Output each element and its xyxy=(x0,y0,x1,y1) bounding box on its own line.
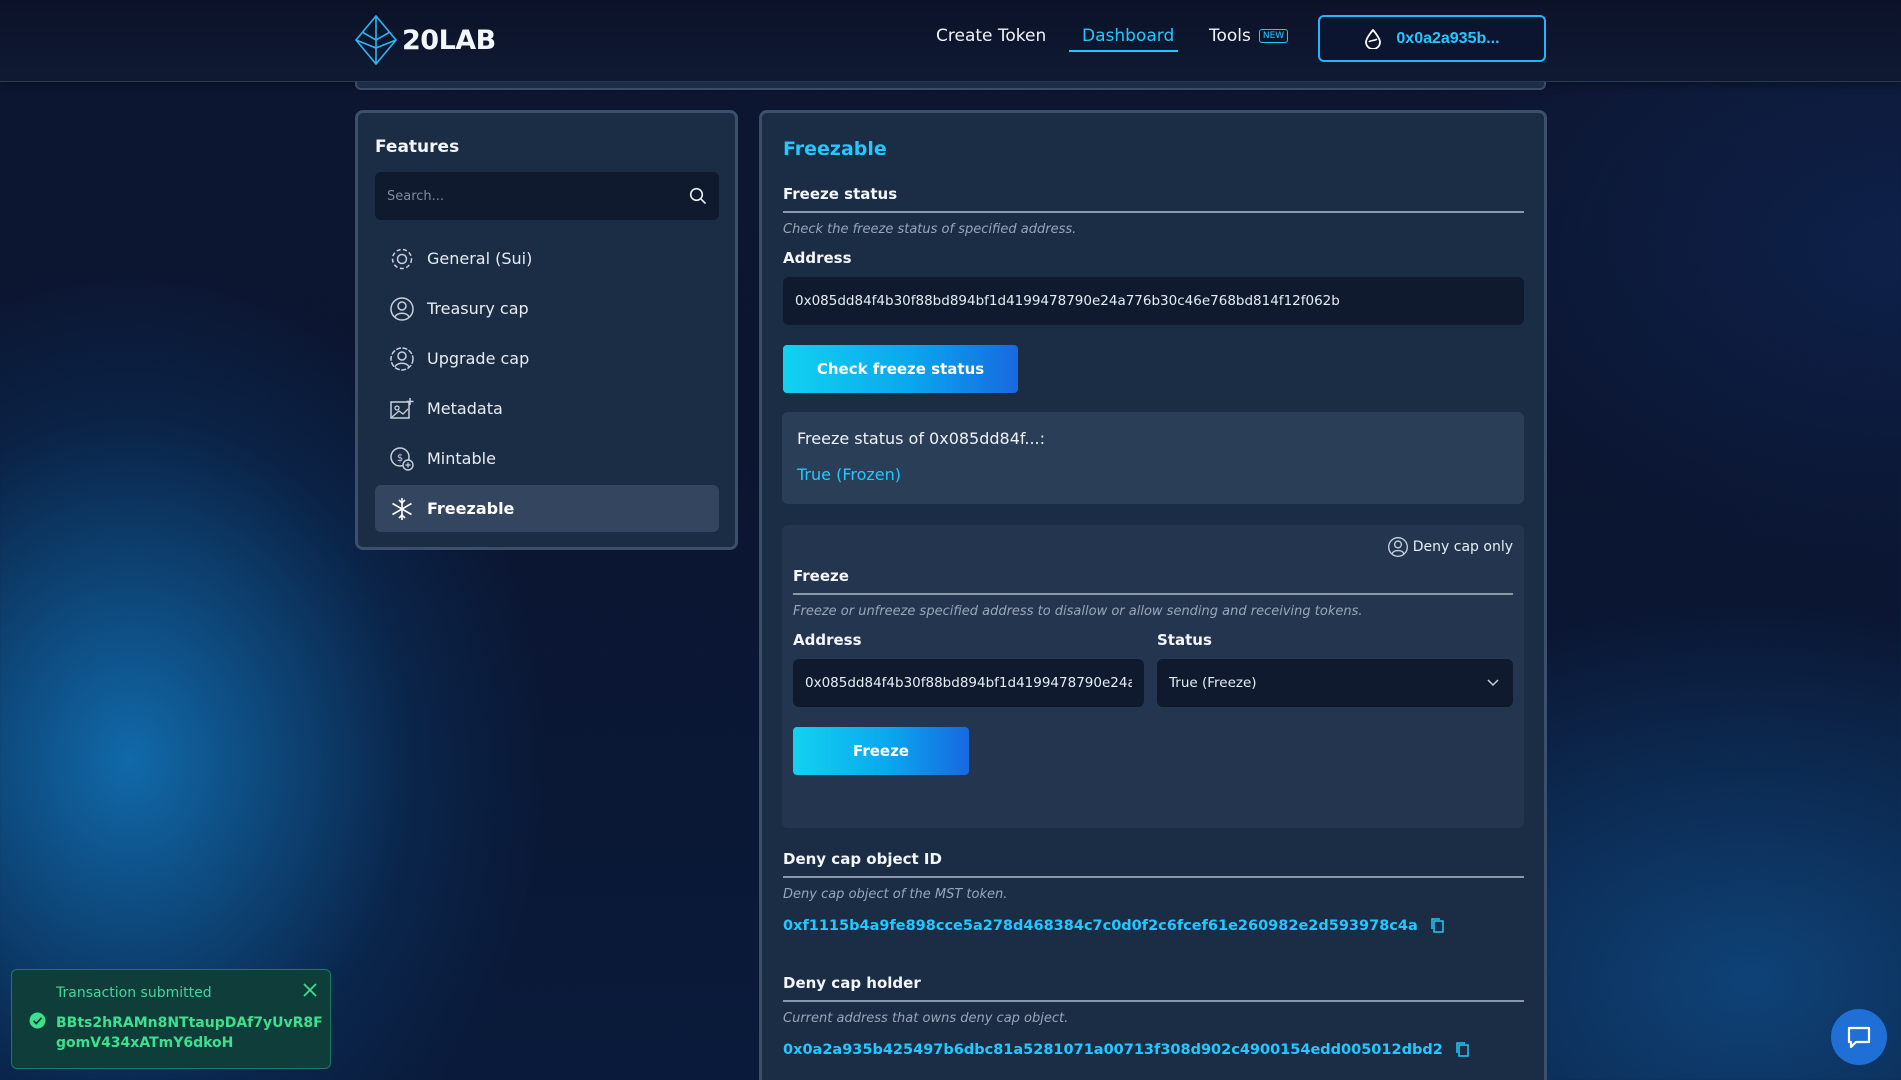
deny-cap-only-badge: Deny cap only xyxy=(1387,536,1513,558)
wallet-address-label: 0x0a2a935b... xyxy=(1396,29,1500,47)
freeze-address-input[interactable] xyxy=(793,659,1144,707)
freeze-form: Deny cap only Freeze Freeze or unfreeze … xyxy=(782,525,1524,828)
sidebar-item-treasury-cap[interactable]: Treasury cap xyxy=(375,285,719,332)
deny-cap-object-description: Deny cap object of the MST token. xyxy=(783,887,1008,902)
deny-cap-holder-value: 0x0a2a935b425497b6dbc81a5281071a00713f30… xyxy=(783,1041,1443,1058)
search-icon[interactable] xyxy=(689,187,707,205)
features-sidebar: Features General (Sui) Treasury cap xyxy=(355,110,738,550)
freeze-address-label: Address xyxy=(793,631,862,649)
status-select[interactable]: True (Freeze) xyxy=(1157,659,1513,707)
snowflake-icon xyxy=(392,497,412,520)
sui-drop-icon xyxy=(1365,28,1382,49)
sidebar-item-label: Freezable xyxy=(427,499,515,518)
check-address-input[interactable] xyxy=(783,277,1524,325)
deny-cap-holder-description: Current address that owns deny cap objec… xyxy=(783,1011,1069,1026)
sidebar-item-metadata[interactable]: Metadata xyxy=(375,385,719,432)
sidebar-item-label: General (Sui) xyxy=(427,249,533,268)
freeze-status-heading: Freeze status xyxy=(783,185,898,203)
divider xyxy=(783,876,1524,878)
new-badge: NEW xyxy=(1258,29,1289,43)
support-chat-button[interactable] xyxy=(1831,1009,1887,1065)
freeze-description: Freeze or unfreeze specified address to … xyxy=(793,604,1363,619)
nav-create-token[interactable]: Create Token xyxy=(936,26,1046,46)
sidebar-item-label: Upgrade cap xyxy=(427,349,530,368)
sidebar-item-label: Treasury cap xyxy=(427,299,529,318)
logo-text: 20LAB xyxy=(402,24,496,56)
top-navbar: 20LAB Create Token Dashboard Tools NEW 0… xyxy=(0,0,1901,82)
header-bottom-strip xyxy=(355,82,1546,90)
feature-list: General (Sui) Treasury cap Upgrade cap M… xyxy=(375,235,719,535)
chat-icon xyxy=(1847,1026,1871,1049)
deny-cap-object-heading: Deny cap object ID xyxy=(783,850,942,868)
copy-icon[interactable] xyxy=(1455,1041,1470,1058)
freezable-panel: Freezable Freeze status Check the freeze… xyxy=(759,110,1547,1080)
deny-cap-object-id: 0xf1115b4a9fe898cce5a278d468384c7c0d0f2c… xyxy=(783,917,1445,934)
feature-search-input[interactable] xyxy=(387,188,689,204)
status-label: Status xyxy=(1157,631,1212,649)
check-freeze-status-button[interactable]: Check freeze status xyxy=(783,345,1018,393)
divider xyxy=(793,593,1513,595)
nav-dashboard-label: Dashboard xyxy=(1082,26,1175,46)
deny-cap-holder-heading: Deny cap holder xyxy=(783,974,921,992)
user-cog-icon xyxy=(390,346,414,371)
freeze-button[interactable]: Freeze xyxy=(793,727,969,775)
check-circle-icon xyxy=(29,1012,46,1029)
result-title: Freeze status of 0x085dd84f...: xyxy=(797,429,1046,448)
wallet-button[interactable]: 0x0a2a935b... xyxy=(1318,15,1546,62)
transaction-toast: Transaction submitted BBts2hRAMn8NTtaupD… xyxy=(11,969,331,1069)
status-select-value: True (Freeze) xyxy=(1169,675,1257,691)
image-icon xyxy=(390,397,414,419)
coin-plus-icon: $ xyxy=(390,446,414,471)
sidebar-item-label: Metadata xyxy=(427,399,503,418)
logo[interactable]: 20LAB xyxy=(354,14,496,66)
copy-icon[interactable] xyxy=(1430,917,1445,934)
nav-tools[interactable]: Tools NEW xyxy=(1209,26,1289,46)
deny-cap-only-label: Deny cap only xyxy=(1412,539,1513,555)
svg-text:$: $ xyxy=(397,453,403,464)
sidebar-title: Features xyxy=(375,137,460,157)
divider xyxy=(783,1000,1524,1002)
deny-cap-object-id-value: 0xf1115b4a9fe898cce5a278d468384c7c0d0f2c… xyxy=(783,917,1418,934)
freeze-heading: Freeze xyxy=(793,567,849,585)
result-value: True (Frozen) xyxy=(797,465,901,484)
address-label: Address xyxy=(783,249,852,267)
close-icon[interactable] xyxy=(302,982,318,998)
sidebar-item-general[interactable]: General (Sui) xyxy=(375,235,719,282)
active-nav-underline xyxy=(1069,50,1178,52)
toast-transaction-id: BBts2hRAMn8NTtaupDAf7yUvR8FgomV434xATmY6… xyxy=(56,1015,323,1051)
sidebar-item-upgrade-cap[interactable]: Upgrade cap xyxy=(375,335,719,382)
deny-cap-holder-address: 0x0a2a935b425497b6dbc81a5281071a00713f30… xyxy=(783,1041,1470,1058)
chevron-down-icon xyxy=(1487,679,1499,687)
freeze-status-result: Freeze status of 0x085dd84f...: True (Fr… xyxy=(782,412,1524,504)
sidebar-item-label: Mintable xyxy=(427,449,496,468)
toast-title: Transaction submitted xyxy=(56,985,212,1001)
feature-search xyxy=(375,172,719,220)
logo-icon xyxy=(354,14,398,66)
freeze-status-description: Check the freeze status of specified add… xyxy=(783,222,1077,237)
sidebar-item-mintable[interactable]: $ Mintable xyxy=(375,435,719,482)
nav-create-token-label: Create Token xyxy=(936,26,1047,46)
page-title: Freezable xyxy=(783,138,887,160)
user-circle-icon xyxy=(390,296,414,321)
gear-icon xyxy=(391,248,413,269)
nav-dashboard[interactable]: Dashboard xyxy=(1082,26,1174,46)
nav-tools-label: Tools xyxy=(1209,26,1251,46)
divider xyxy=(783,211,1524,213)
user-circle-icon xyxy=(1387,537,1408,557)
sidebar-item-freezable[interactable]: Freezable xyxy=(375,485,719,532)
